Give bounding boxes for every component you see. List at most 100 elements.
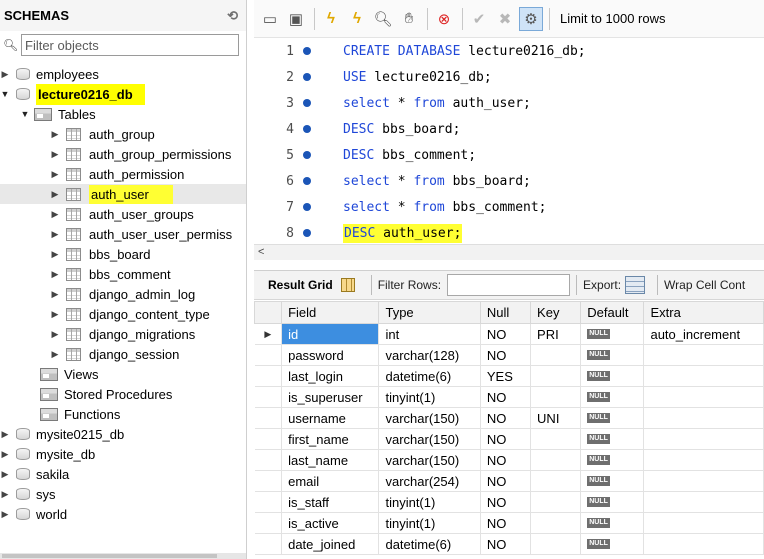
filter-objects-input[interactable] (21, 34, 239, 56)
limit-rows-select[interactable]: Limit to 1000 rows (560, 11, 666, 26)
table-item[interactable]: ▶ django_content_type (0, 304, 246, 324)
collapse-arrow-icon[interactable]: ▼ (0, 89, 10, 99)
schema-item[interactable]: ▶ sys (0, 484, 246, 504)
default-cell[interactable]: NULL (580, 386, 645, 408)
row-marker[interactable] (254, 365, 283, 387)
row-marker[interactable] (254, 428, 283, 450)
row-marker[interactable] (254, 512, 283, 534)
save-icon[interactable]: ▣ (284, 7, 308, 31)
schema-item[interactable]: ▶ mysite0215_db (0, 424, 246, 444)
expand-arrow-icon[interactable]: ▶ (0, 449, 10, 460)
editor-line[interactable]: 2 USE lecture0216_db; (254, 64, 764, 90)
table-item[interactable]: ▶ django_session (0, 344, 246, 364)
functions-folder[interactable]: Functions (0, 404, 246, 424)
expand-arrow-icon[interactable]: ▶ (0, 509, 10, 520)
type-cell[interactable]: tinyint(1) (378, 512, 481, 534)
column-header[interactable]: Type (378, 301, 481, 324)
expand-arrow-icon[interactable]: ▶ (50, 129, 60, 140)
table-item[interactable]: ▶ bbs_comment (0, 264, 246, 284)
table-item[interactable]: ▶ auth_group_permissions (0, 144, 246, 164)
table-item[interactable]: ▶ auth_group (0, 124, 246, 144)
table-item[interactable]: ▶ auth_permission (0, 164, 246, 184)
key-cell[interactable] (530, 512, 582, 534)
field-cell[interactable]: date_joined (281, 533, 380, 555)
extra-cell[interactable] (643, 428, 764, 450)
explain-magnifier-icon[interactable]: 🔍︎ (371, 7, 395, 31)
editor-line[interactable]: 7 select * from bbs_comment; (254, 194, 764, 220)
execute-lightning-icon[interactable]: ϟ (319, 7, 343, 31)
key-cell[interactable] (530, 533, 582, 555)
null-cell[interactable]: NO (479, 533, 532, 555)
key-cell[interactable]: UNI (530, 407, 582, 429)
table-row[interactable]: last_login datetime(6) YES NULL (254, 365, 764, 387)
result-grid-tab[interactable]: Result Grid (254, 278, 339, 292)
rollback-x-icon[interactable]: ✖ (493, 7, 517, 31)
table-item[interactable]: ▶ django_admin_log (0, 284, 246, 304)
extra-cell[interactable] (643, 344, 764, 366)
column-header[interactable]: Null (479, 301, 532, 324)
expand-arrow-icon[interactable]: ▶ (50, 169, 60, 180)
row-marker[interactable] (254, 344, 283, 366)
scroll-left-icon[interactable]: < (258, 246, 264, 258)
extra-cell[interactable] (643, 512, 764, 534)
extra-cell[interactable] (643, 407, 764, 429)
autocommit-toggle-icon[interactable]: ⚙ (519, 6, 543, 31)
expand-arrow-icon[interactable]: ▶ (50, 189, 60, 200)
editor-line[interactable]: 1 CREATE DATABASE lecture0216_db; (254, 38, 764, 64)
column-header[interactable]: Extra (643, 301, 764, 324)
column-header[interactable]: Key (530, 301, 582, 324)
null-cell[interactable]: NO (479, 470, 532, 492)
row-marker[interactable] (254, 470, 283, 492)
expand-arrow-icon[interactable]: ▶ (50, 209, 60, 220)
default-cell[interactable]: NULL (580, 323, 645, 345)
schema-employees[interactable]: ▶ employees (0, 64, 246, 84)
type-cell[interactable]: varchar(150) (378, 449, 481, 471)
default-cell[interactable]: NULL (580, 344, 645, 366)
wrap-cell-content-toggle[interactable]: Wrap Cell Cont (664, 278, 745, 292)
table-item[interactable]: ▶ django_migrations (0, 324, 246, 344)
key-cell[interactable]: PRI (530, 323, 582, 345)
expand-arrow-icon[interactable]: ▶ (50, 289, 60, 300)
field-cell[interactable]: is_staff (281, 491, 380, 513)
table-item[interactable]: ▶ bbs_board (0, 244, 246, 264)
table-row[interactable]: ▶ id int NO PRI NULL auto_increment (254, 323, 764, 345)
editor-line[interactable]: 4 DESC bbs_board; (254, 116, 764, 142)
refresh-icon[interactable]: ⟲ (227, 8, 238, 24)
row-marker[interactable] (254, 386, 283, 408)
key-cell[interactable] (530, 344, 582, 366)
table-item[interactable]: ▶ auth_user_user_permiss (0, 224, 246, 244)
stored-procedures-folder[interactable]: Stored Procedures (0, 384, 246, 404)
editor-line[interactable]: 5 DESC bbs_comment; (254, 142, 764, 168)
column-header[interactable]: Field (281, 301, 380, 324)
table-row[interactable]: email varchar(254) NO NULL (254, 470, 764, 492)
row-marker[interactable] (254, 407, 283, 429)
row-marker[interactable] (254, 491, 283, 513)
type-cell[interactable]: int (378, 323, 481, 345)
key-cell[interactable] (530, 365, 582, 387)
table-item[interactable]: ▶ auth_user_groups (0, 204, 246, 224)
expand-arrow-icon[interactable]: ▶ (0, 489, 10, 500)
execute-current-lightning-icon[interactable]: ϟ (345, 7, 369, 31)
table-row[interactable]: last_name varchar(150) NO NULL (254, 449, 764, 471)
row-marker[interactable] (254, 449, 283, 471)
extra-cell[interactable] (643, 386, 764, 408)
table-row[interactable]: first_name varchar(150) NO NULL (254, 428, 764, 450)
key-cell[interactable] (530, 386, 582, 408)
table-row[interactable]: is_staff tinyint(1) NO NULL (254, 491, 764, 513)
null-cell[interactable]: NO (479, 344, 532, 366)
type-cell[interactable]: tinyint(1) (378, 491, 481, 513)
table-row[interactable]: is_superuser tinyint(1) NO NULL (254, 386, 764, 408)
editor-line[interactable]: 3 select * from auth_user; (254, 90, 764, 116)
default-cell[interactable]: NULL (580, 491, 645, 513)
row-marker[interactable]: ▶ (254, 323, 283, 345)
expand-arrow-icon[interactable]: ▶ (0, 469, 10, 480)
expand-arrow-icon[interactable]: ▶ (0, 69, 10, 80)
table-row[interactable]: is_active tinyint(1) NO NULL (254, 512, 764, 534)
table-row[interactable]: date_joined datetime(6) NO NULL (254, 533, 764, 555)
scrollbar-thumb[interactable] (2, 554, 217, 558)
schema-lecture0216-db[interactable]: ▼ lecture0216_db (0, 83, 246, 105)
field-cell[interactable]: id (281, 323, 380, 345)
field-cell[interactable]: email (281, 470, 380, 492)
column-header[interactable]: Default (580, 301, 645, 324)
null-cell[interactable]: YES (479, 365, 532, 387)
